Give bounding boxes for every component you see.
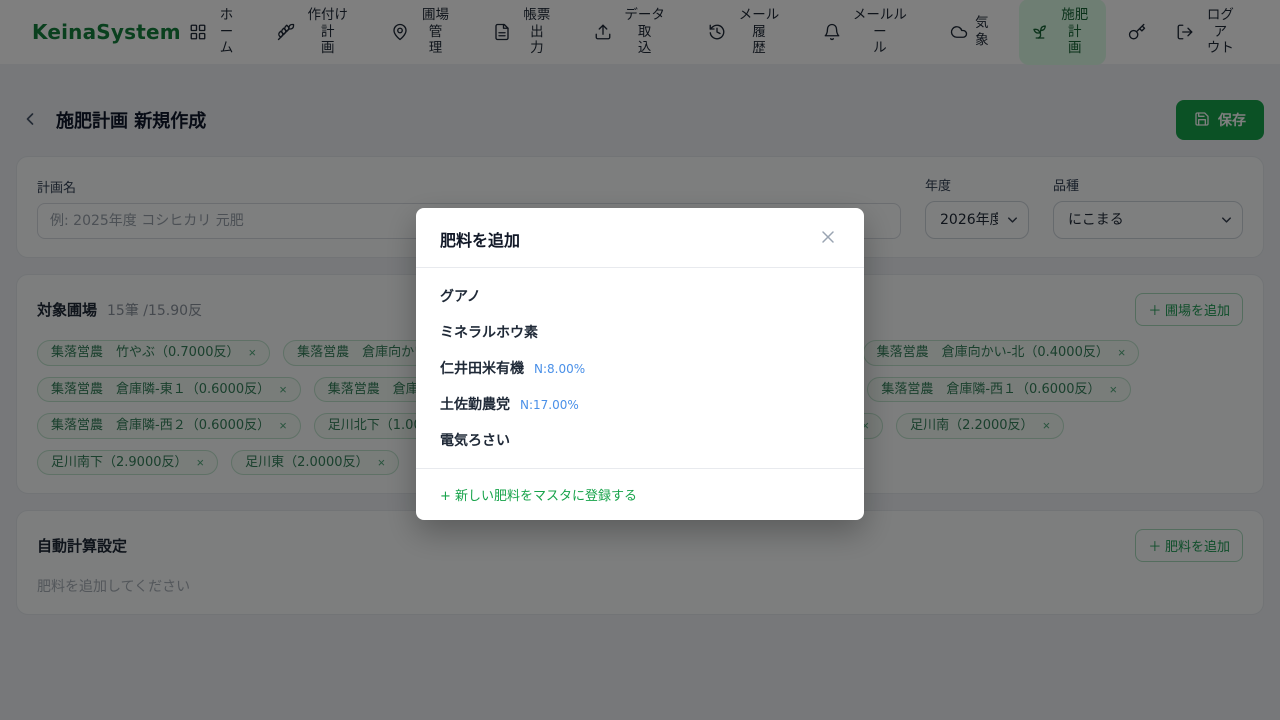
fertilizer-option[interactable]: 仁井田米有機 N:8.00%: [416, 350, 864, 386]
modal-title: 肥料を追加: [440, 227, 520, 251]
fertilizer-n-value: N:17.00%: [520, 398, 579, 412]
modal-close-button[interactable]: [816, 225, 840, 252]
add-fertilizer-modal: 肥料を追加 グアノ ミネラルホウ素 仁井田米有機 N:8.00% 土佐勤農党 N…: [416, 208, 864, 520]
fertilizer-option[interactable]: 電気ろさい: [416, 422, 864, 458]
register-new-fertilizer-link[interactable]: + 新しい肥料をマスタに登録する: [440, 489, 637, 504]
fertilizer-name: ミネラルホウ素: [440, 322, 538, 342]
close-icon: [818, 227, 838, 250]
fertilizer-option[interactable]: ミネラルホウ素: [416, 314, 864, 350]
fertilizer-list: グアノ ミネラルホウ素 仁井田米有機 N:8.00% 土佐勤農党 N:17.00…: [416, 268, 864, 468]
fertilizer-name: 仁井田米有機: [440, 358, 524, 378]
fertilizer-option[interactable]: 土佐勤農党 N:17.00%: [416, 386, 864, 422]
fertilizer-n-value: N:8.00%: [534, 362, 585, 376]
fertilizer-name: 土佐勤農党: [440, 394, 510, 414]
fertilizer-option[interactable]: グアノ: [416, 278, 864, 314]
fertilizer-name: グアノ: [440, 286, 481, 306]
fertilizer-name: 電気ろさい: [440, 430, 510, 450]
